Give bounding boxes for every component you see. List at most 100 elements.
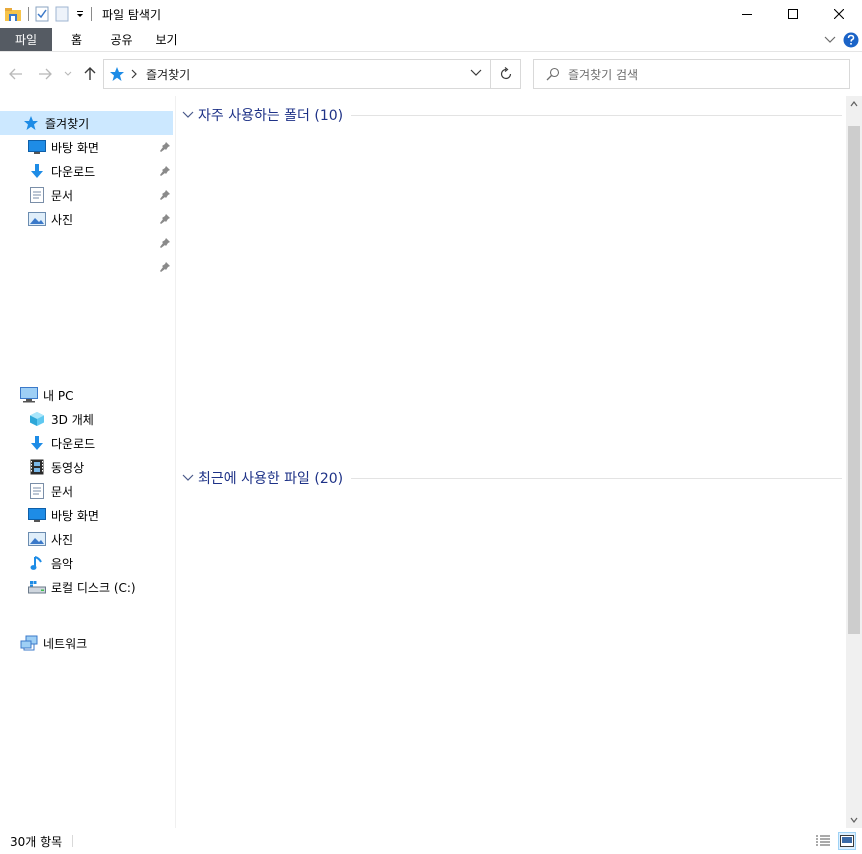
navigation-pane: 즐겨찾기 바탕 화면 다운로드 문서 사진 내 PC 3D 개체 다운로드 동영…: [0, 96, 176, 828]
status-bar: 30개 항목: [0, 828, 862, 854]
breadcrumb-chevron-icon[interactable]: [131, 69, 137, 79]
nav-pc-desktop[interactable]: 바탕 화면: [0, 503, 173, 527]
nav-label: 사진: [51, 212, 74, 227]
breadcrumb-quick-access[interactable]: 즐겨찾기: [146, 66, 190, 83]
nav-label: 사진: [51, 532, 74, 547]
star-icon: [22, 114, 40, 132]
address-row: 즐겨찾기 즐겨찾기 검색: [0, 56, 862, 92]
chevron-down-icon[interactable]: [182, 111, 194, 119]
properties-icon[interactable]: [35, 0, 49, 28]
help-icon[interactable]: [840, 30, 862, 50]
vertical-scrollbar[interactable]: [846, 96, 862, 828]
address-bar[interactable]: 즐겨찾기: [103, 59, 491, 89]
nav-label: 내 PC: [43, 388, 74, 403]
tab-view[interactable]: 보기: [146, 28, 187, 51]
large-icons-view-icon[interactable]: [838, 832, 856, 850]
window-controls: [724, 0, 862, 28]
scroll-up-arrow-icon[interactable]: [846, 96, 862, 112]
quick-access-toolbar: [0, 0, 98, 28]
star-icon: [109, 66, 125, 82]
desktop-icon: [28, 506, 46, 524]
group-divider: [351, 477, 842, 479]
ribbon-tabs: 파일 홈 공유 보기: [0, 28, 862, 52]
music-note-icon: [28, 554, 46, 572]
nav-pc-music[interactable]: 음악: [0, 551, 173, 575]
recent-locations-chevron-icon[interactable]: [61, 64, 75, 84]
nav-pc-local-disk[interactable]: 로컬 디스크 (C:): [0, 575, 173, 599]
nav-quick-documents[interactable]: 문서: [0, 183, 173, 207]
cube-icon: [28, 410, 46, 428]
nav-label: 동영상: [51, 460, 85, 475]
nav-pc-3d-objects[interactable]: 3D 개체: [0, 407, 173, 431]
title-bar: 파일 탐색기: [0, 0, 862, 28]
computer-icon: [20, 386, 38, 404]
search-placeholder: 즐겨찾기 검색: [568, 67, 639, 82]
document-icon: [28, 482, 46, 500]
qa-dropdown-icon[interactable]: [75, 0, 85, 28]
item-count: 30개 항목: [10, 834, 63, 849]
group-title: 자주 사용하는 폴더 (10): [198, 108, 344, 124]
details-view-icon[interactable]: [814, 832, 832, 850]
document-icon: [28, 186, 46, 204]
nav-label: 네트워크: [43, 636, 88, 651]
download-arrow-icon: [28, 162, 46, 180]
download-arrow-icon: [28, 434, 46, 452]
search-icon: [546, 67, 560, 81]
address-history-chevron-icon[interactable]: [470, 69, 482, 77]
search-box[interactable]: 즐겨찾기 검색: [533, 59, 850, 89]
pin-icon[interactable]: [159, 189, 171, 201]
nav-pc-downloads[interactable]: 다운로드: [0, 431, 173, 455]
nav-label: 문서: [51, 188, 74, 203]
up-button[interactable]: [80, 64, 100, 84]
scrollbar-thumb[interactable]: [848, 126, 860, 634]
nav-network[interactable]: 네트워크: [0, 631, 173, 655]
chevron-down-icon[interactable]: [182, 474, 194, 482]
qa-separator: [91, 7, 92, 21]
forward-button[interactable]: [35, 64, 55, 84]
group-divider: [351, 114, 842, 116]
nav-label: 다운로드: [51, 164, 96, 179]
nav-label: 바탕 화면: [51, 508, 99, 523]
minimize-button[interactable]: [724, 0, 770, 28]
nav-pc-videos[interactable]: 동영상: [0, 455, 173, 479]
nav-pc-documents[interactable]: 문서: [0, 479, 173, 503]
nav-label: 3D 개체: [51, 412, 94, 427]
nav-quick-downloads[interactable]: 다운로드: [0, 159, 173, 183]
picture-icon: [28, 530, 46, 548]
explorer-folder-icon[interactable]: [4, 0, 22, 28]
maximize-button[interactable]: [770, 0, 816, 28]
refresh-button[interactable]: [490, 59, 521, 89]
pin-icon[interactable]: [159, 237, 171, 249]
nav-label: 문서: [51, 484, 74, 499]
group-frequent-folders[interactable]: 자주 사용하는 폴더 (10): [182, 102, 842, 128]
drive-icon: [28, 578, 46, 596]
group-title: 최근에 사용한 파일 (20): [198, 471, 344, 487]
status-separator: [72, 835, 74, 847]
pin-icon[interactable]: [159, 165, 171, 177]
pin-icon[interactable]: [159, 213, 171, 225]
tab-home[interactable]: 홈: [56, 28, 97, 51]
back-button[interactable]: [6, 64, 26, 84]
nav-quick-access[interactable]: 즐겨찾기: [0, 111, 173, 135]
video-film-icon: [28, 458, 46, 476]
nav-pc-pictures[interactable]: 사진: [0, 527, 173, 551]
window-title: 파일 탐색기: [102, 7, 162, 22]
close-button[interactable]: [816, 0, 862, 28]
content-area: 자주 사용하는 폴더 (10) 최근에 사용한 파일 (20): [176, 96, 846, 828]
group-recent-files[interactable]: 최근에 사용한 파일 (20): [182, 465, 842, 491]
pin-icon[interactable]: [159, 261, 171, 273]
nav-label: 음악: [51, 556, 74, 571]
picture-icon: [28, 210, 46, 228]
nav-quick-desktop[interactable]: 바탕 화면: [0, 135, 173, 159]
pin-icon[interactable]: [159, 141, 171, 153]
ribbon-expand-chevron-icon[interactable]: [820, 30, 840, 50]
new-folder-icon[interactable]: [55, 0, 69, 28]
tab-file[interactable]: 파일: [0, 28, 52, 51]
network-icon: [20, 634, 38, 652]
desktop-icon: [28, 138, 46, 156]
scroll-down-arrow-icon[interactable]: [846, 812, 862, 828]
nav-label: 다운로드: [51, 436, 96, 451]
nav-quick-pictures[interactable]: 사진: [0, 207, 173, 231]
tab-share[interactable]: 공유: [101, 28, 142, 51]
nav-this-pc[interactable]: 내 PC: [0, 383, 173, 407]
